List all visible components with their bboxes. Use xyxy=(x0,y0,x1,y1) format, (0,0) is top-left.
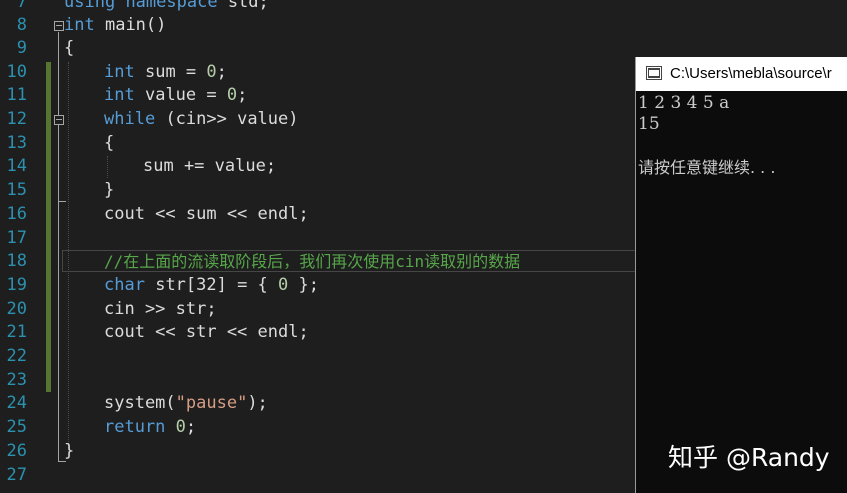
code-line-16[interactable]: cout << sum << endl; xyxy=(104,203,309,226)
line-number: 16 xyxy=(6,204,27,224)
keyword: int xyxy=(104,62,135,82)
number-literal: 0 xyxy=(226,85,238,105)
code-line-25[interactable]: return 0; xyxy=(104,416,196,439)
code-text: cout << str << endl; xyxy=(104,322,309,342)
code-text: { xyxy=(104,133,115,153)
line-number: 10 xyxy=(6,62,27,82)
code-text: str[32] = { xyxy=(155,275,279,295)
code-text: system( xyxy=(104,393,176,413)
collapse-while-icon[interactable] xyxy=(54,115,64,125)
line-number: 15 xyxy=(6,180,27,200)
code-line-19[interactable]: char str[32] = { 0 }; xyxy=(104,274,319,297)
code-text: } xyxy=(104,180,115,200)
console-title-bar[interactable]: C:\Users\mebla\source\r xyxy=(636,57,847,91)
code-line-15[interactable]: } xyxy=(104,179,114,202)
keyword: namespace xyxy=(125,0,218,12)
line-number: 8 xyxy=(16,15,27,35)
line-number: 18 xyxy=(6,251,27,271)
code-text: sum = xyxy=(144,62,207,82)
keyword: while xyxy=(104,109,156,129)
console-output-line: 1 2 3 4 5 a xyxy=(638,93,730,113)
code-text: main() xyxy=(104,15,167,35)
code-text: { xyxy=(64,38,75,58)
code-line-24[interactable]: system("pause"); xyxy=(104,392,268,415)
code-text: ); xyxy=(247,393,268,413)
code-text: value = xyxy=(144,85,227,105)
comment: //在上面的流读取阶段后，我们再次使用cin读取别的数据 xyxy=(104,252,521,271)
code-line-21[interactable]: cout << str << endl; xyxy=(104,321,309,344)
line-number: 7 xyxy=(16,0,27,12)
line-number: 26 xyxy=(6,441,27,461)
keyword: using xyxy=(64,0,116,12)
code-text: ; xyxy=(216,62,227,82)
line-number: 11 xyxy=(6,85,27,105)
change-indicator-bar xyxy=(46,62,51,392)
line-number: 19 xyxy=(6,275,27,295)
code-text: }; xyxy=(288,275,319,295)
outline-line xyxy=(58,32,59,462)
code-line-20[interactable]: cin >> str; xyxy=(104,298,217,321)
console-app-icon xyxy=(646,66,662,80)
console-output-line: 15 xyxy=(638,114,660,134)
line-number: 13 xyxy=(6,133,27,153)
line-number: 17 xyxy=(6,228,27,248)
line-number-gutter: 7 8 9 10 11 12 13 14 15 16 17 18 19 20 2… xyxy=(0,0,32,493)
indent-guide xyxy=(107,156,108,178)
code-line-18[interactable]: //在上面的流读取阶段后，我们再次使用cin读取别的数据 xyxy=(104,250,520,273)
code-text: ; xyxy=(185,417,197,437)
code-text: std; xyxy=(227,0,269,12)
code-line-12[interactable]: while (cin>> value) xyxy=(104,108,299,131)
code-text: cin >> str; xyxy=(104,299,217,319)
code-line-10[interactable]: int sum = 0; xyxy=(104,61,227,84)
line-number: 23 xyxy=(6,370,27,390)
outline-end xyxy=(58,201,66,202)
keyword: int xyxy=(104,85,135,105)
code-line-14[interactable]: sum += value; xyxy=(143,155,276,178)
code-text: ; xyxy=(237,85,248,105)
keyword: return xyxy=(104,417,166,437)
keyword: char xyxy=(104,275,145,295)
console-title: C:\Users\mebla\source\r xyxy=(670,65,832,82)
code-line-9[interactable]: { xyxy=(64,37,74,60)
code-line-26[interactable]: } xyxy=(64,440,74,463)
code-text: cout << sum << endl; xyxy=(104,204,309,224)
line-number: 22 xyxy=(6,346,27,366)
console-prompt-line: 请按任意键继续. . . xyxy=(638,158,776,177)
keyword: int xyxy=(64,15,95,35)
code-line-7[interactable]: using namespace std; xyxy=(64,0,269,14)
code-text: } xyxy=(64,441,75,461)
line-number: 21 xyxy=(6,322,27,342)
console-window[interactable]: C:\Users\mebla\source\r 1 2 3 4 5 a 15 请… xyxy=(635,57,847,493)
code-text: sum += value; xyxy=(143,156,277,176)
line-number: 25 xyxy=(6,417,27,437)
line-number: 27 xyxy=(6,465,27,485)
collapse-main-icon[interactable] xyxy=(54,21,64,31)
code-line-11[interactable]: int value = 0; xyxy=(104,84,247,107)
line-number: 24 xyxy=(6,393,27,413)
string-literal: "pause" xyxy=(175,393,248,413)
line-number: 14 xyxy=(6,156,27,176)
number-literal: 0 xyxy=(175,417,186,437)
number-literal: 0 xyxy=(278,275,289,295)
code-text: (cin>> value) xyxy=(165,109,299,129)
line-number: 9 xyxy=(16,38,27,58)
code-line-13[interactable]: { xyxy=(104,132,114,155)
number-literal: 0 xyxy=(206,62,217,82)
watermark-text: 知乎 @Randy xyxy=(668,443,830,472)
line-number: 20 xyxy=(6,299,27,319)
code-line-8[interactable]: int main() xyxy=(64,14,166,37)
line-number: 12 xyxy=(6,109,27,129)
